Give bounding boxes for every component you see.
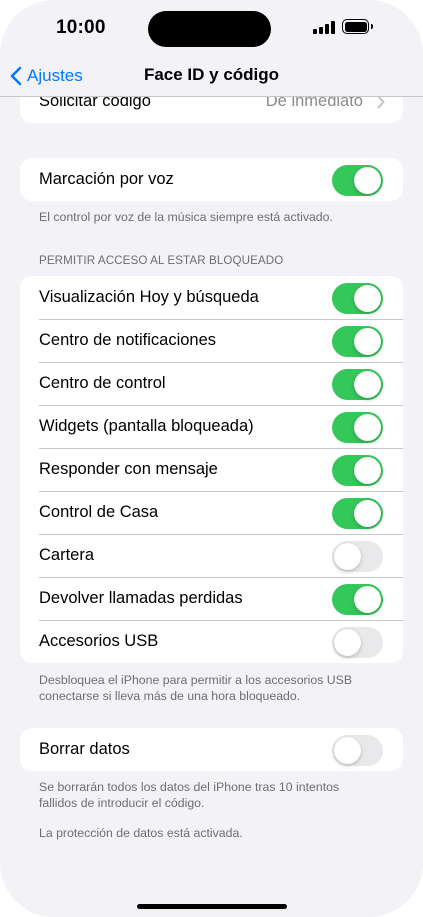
lock-access-header: PERMITIR ACCESO AL ESTAR BLOQUEADO xyxy=(39,254,284,267)
lock-access-row-control-center: Centro de control xyxy=(20,362,403,405)
usb-accessories-label: Accesorios USB xyxy=(39,632,159,650)
settings-list: Solicitar código De inmediato Marcación … xyxy=(0,96,423,917)
require-passcode-value: De inmediato xyxy=(265,96,363,110)
erase-footer-line-1: Se borrarán todos los datos del iPhone t… xyxy=(39,780,340,794)
lock-access-row-today: Visualización Hoy y búsqueda xyxy=(20,276,403,319)
chevron-left-icon xyxy=(10,66,22,86)
lock-screen-widgets-toggle[interactable] xyxy=(332,411,383,443)
chevron-right-icon xyxy=(377,96,385,108)
voice-dial-label: Marcación por voz xyxy=(39,170,174,188)
back-button-label: Ajustes xyxy=(27,66,83,85)
status-time: 10:00 xyxy=(56,17,106,38)
lock-access-row-reply: Responder con mensaje xyxy=(20,448,403,491)
require-passcode-label: Solicitar código xyxy=(39,96,151,110)
usb-accessories-footer: Desbloquea el iPhone para permitir a los… xyxy=(39,672,389,704)
back-button[interactable]: Ajustes xyxy=(10,64,83,88)
today-search-label: Visualización Hoy y búsqueda xyxy=(39,288,259,306)
lock-access-row-home: Control de Casa xyxy=(20,491,403,534)
return-missed-calls-toggle[interactable] xyxy=(332,583,383,615)
notification-center-label: Centro de notificaciones xyxy=(39,331,217,349)
home-control-label: Control de Casa xyxy=(39,503,159,521)
erase-data-toggle[interactable] xyxy=(332,734,383,766)
today-search-toggle[interactable] xyxy=(332,282,383,314)
dynamic-island xyxy=(148,11,271,47)
home-control-toggle[interactable] xyxy=(332,497,383,529)
erase-footer-line-2: fallidos de introducir el código. xyxy=(39,796,205,810)
control-center-label: Centro de control xyxy=(39,374,166,392)
voice-dial-group: Marcación por voz xyxy=(20,158,403,201)
home-indicator[interactable] xyxy=(137,904,287,909)
status-bar: 10:00 xyxy=(0,0,423,56)
navigation-bar: Face ID y código Ajustes xyxy=(0,56,423,97)
lock-access-row-wallet: Cartera xyxy=(20,534,403,577)
voice-dial-toggle[interactable] xyxy=(332,164,383,196)
cellular-signal-icon xyxy=(313,21,337,34)
reply-with-message-toggle[interactable] xyxy=(332,454,383,486)
erase-data-footer: Se borrarán todos los datos del iPhone t… xyxy=(39,779,389,811)
return-missed-calls-label: Devolver llamadas perdidas xyxy=(39,589,243,607)
wallet-toggle[interactable] xyxy=(332,540,383,572)
lock-access-row-usb: Accesorios USB xyxy=(20,620,403,663)
erase-data-label: Borrar datos xyxy=(39,740,130,758)
reply-with-message-label: Responder con mensaje xyxy=(39,460,218,478)
battery-icon xyxy=(342,19,373,34)
erase-data-row: Borrar datos xyxy=(20,728,403,771)
voice-dial-footer: El control por voz de la música siempre … xyxy=(39,210,333,224)
lock-access-row-notifications: Centro de notificaciones xyxy=(20,319,403,362)
usb-accessories-toggle[interactable] xyxy=(332,626,383,658)
data-protection-note: La protección de datos está activada. xyxy=(39,826,243,840)
usb-footer-line-1: Desbloquea el iPhone para permitir a los… xyxy=(39,673,353,687)
require-passcode-row[interactable]: Solicitar código De inmediato xyxy=(20,96,403,123)
phone-screen: 10:00 Face ID y código Ajustes Solicitar… xyxy=(0,0,423,917)
require-passcode-group: Solicitar código De inmediato xyxy=(20,96,403,123)
lock-screen-widgets-label: Widgets (pantalla bloqueada) xyxy=(39,417,254,435)
notification-center-toggle[interactable] xyxy=(332,325,383,357)
lock-access-group: Visualización Hoy y búsqueda Centro de n… xyxy=(20,276,403,663)
lock-access-row-widgets: Widgets (pantalla bloqueada) xyxy=(20,405,403,448)
wallet-label: Cartera xyxy=(39,546,95,564)
control-center-toggle[interactable] xyxy=(332,368,383,400)
erase-data-group: Borrar datos xyxy=(20,728,403,771)
voice-dial-row: Marcación por voz xyxy=(20,158,403,201)
lock-access-row-missed-calls: Devolver llamadas perdidas xyxy=(20,577,403,620)
usb-footer-line-2: conectarse si lleva más de una hora bloq… xyxy=(39,689,301,703)
